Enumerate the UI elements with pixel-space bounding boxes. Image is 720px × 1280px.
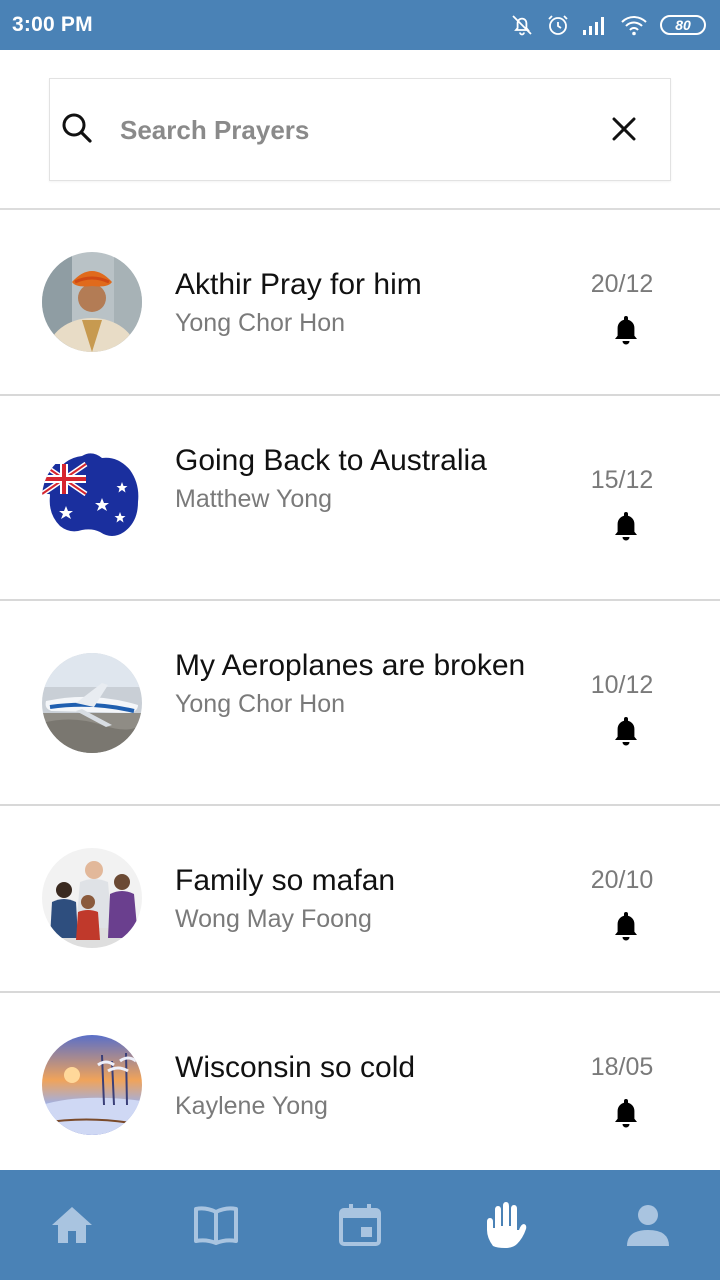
item-text: Going Back to Australia Matthew Yong — [175, 442, 555, 516]
nav-profile[interactable] — [576, 1170, 720, 1280]
calendar-icon — [339, 1204, 381, 1246]
close-icon[interactable] — [610, 115, 638, 143]
prayer-title: My Aeroplanes are broken — [175, 649, 526, 682]
alarm-icon — [548, 15, 568, 35]
status-icons: 80 — [510, 13, 706, 37]
list-item[interactable]: Going Back to Australia Matthew Yong 15/… — [0, 396, 720, 601]
nav-home[interactable] — [0, 1170, 144, 1280]
status-bar: 3:00 PM 80 — [0, 0, 720, 50]
person-icon — [627, 1205, 669, 1246]
prayer-title: Family so mafan — [175, 864, 396, 897]
item-text: Wisconsin so cold Kaylene Yong — [175, 1049, 555, 1123]
home-icon — [52, 1207, 92, 1243]
book-icon — [194, 1206, 238, 1245]
bell-icon[interactable] — [612, 314, 640, 346]
prayer-date: 15/12 — [590, 466, 654, 494]
bell-icon[interactable] — [612, 1097, 640, 1129]
prayer-title: Akthir Pray for him — [175, 268, 422, 301]
prayer-author: Yong Chor Hon — [175, 309, 346, 337]
prayer-author: Wong May Foong — [175, 905, 372, 933]
item-text: My Aeroplanes are broken Yong Chor Hon — [175, 647, 555, 721]
prayer-date: 20/10 — [590, 866, 654, 894]
prayer-date: 20/12 — [590, 270, 654, 298]
prayer-date: 18/05 — [590, 1053, 654, 1081]
avatar — [42, 653, 142, 753]
list-item[interactable]: My Aeroplanes are broken Yong Chor Hon 1… — [0, 601, 720, 806]
avatar — [42, 252, 142, 352]
list-item[interactable]: Akthir Pray for him Yong Chor Hon 20/12 — [0, 210, 720, 396]
prayer-title: Wisconsin so cold — [175, 1051, 416, 1084]
bell-icon[interactable] — [612, 715, 640, 747]
avatar — [42, 848, 142, 948]
prayer-author: Yong Chor Hon — [175, 690, 346, 718]
search-input[interactable] — [120, 107, 590, 153]
bottom-nav — [0, 1170, 720, 1280]
prayer-author: Kaylene Yong — [175, 1092, 328, 1120]
prayer-list: Akthir Pray for him Yong Chor Hon 20/12 — [0, 210, 720, 1173]
item-text: Akthir Pray for him Yong Chor Hon — [175, 266, 555, 340]
search-bar — [49, 78, 671, 181]
avatar — [42, 1035, 142, 1135]
status-time: 3:00 PM — [12, 13, 93, 36]
search-icon[interactable] — [60, 111, 96, 147]
hand-icon — [487, 1202, 527, 1248]
signal-icon — [583, 17, 604, 35]
list-item[interactable]: Wisconsin so cold Kaylene Yong 18/05 — [0, 993, 720, 1173]
bell-icon[interactable] — [612, 510, 640, 542]
prayer-date: 10/12 — [590, 671, 654, 699]
wifi-icon — [621, 16, 647, 36]
nav-calendar[interactable] — [288, 1170, 432, 1280]
battery-level: 80 — [675, 17, 691, 33]
nav-prayers[interactable] — [432, 1170, 576, 1280]
prayer-title: Going Back to Australia — [175, 444, 487, 477]
avatar — [42, 448, 142, 548]
list-item[interactable]: Family so mafan Wong May Foong 20/10 — [0, 806, 720, 993]
nav-bible[interactable] — [144, 1170, 288, 1280]
prayer-author: Matthew Yong — [175, 485, 333, 513]
item-text: Family so mafan Wong May Foong — [175, 862, 555, 936]
battery-icon: 80 — [660, 15, 706, 35]
bell-icon[interactable] — [612, 910, 640, 942]
bell-off-icon — [512, 15, 532, 36]
